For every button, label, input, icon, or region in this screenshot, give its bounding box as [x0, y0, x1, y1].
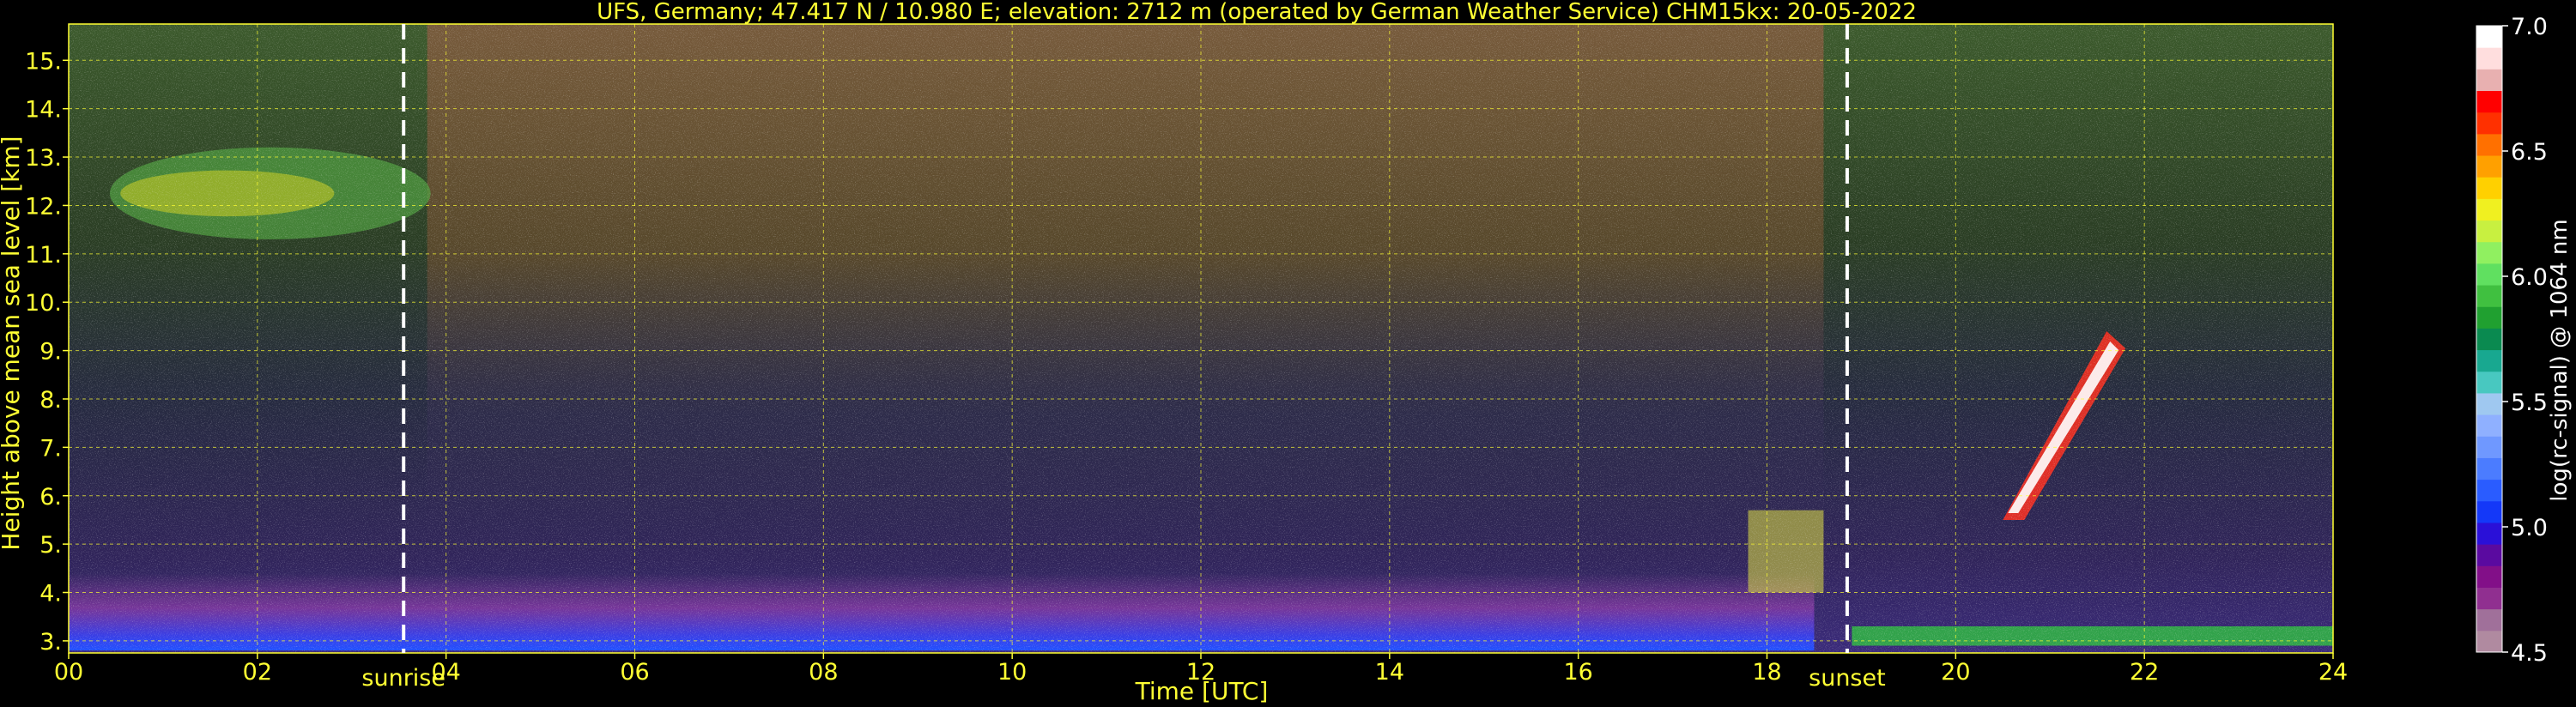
- x-tick-label: 14: [1375, 659, 1404, 686]
- y-tick-label: 12.: [25, 193, 62, 220]
- x-tick-label: 20: [1941, 659, 1970, 686]
- y-axis: 3. 4. 5. 6. 7. 8. 9. 10. 11. 12. 13. 14. 15.: [25, 48, 69, 656]
- y-tick-label: 15.: [25, 48, 62, 75]
- colorbar-swatch: [2476, 414, 2502, 437]
- y-tick-label: 13.: [25, 145, 62, 172]
- colorbar-swatch: [2476, 69, 2502, 92]
- colorbar-swatch: [2476, 392, 2502, 415]
- colorbar-swatch: [2476, 112, 2502, 135]
- colorbar-swatch: [2476, 630, 2502, 653]
- colorbar-swatch: [2476, 220, 2502, 243]
- colorbar-swatch: [2476, 47, 2502, 69]
- colorbar-swatch: [2476, 241, 2502, 264]
- colorbar-swatch: [2476, 285, 2502, 307]
- colorbar-swatch: [2476, 544, 2502, 566]
- y-tick-label: 4.: [39, 581, 62, 607]
- sunrise-label: sunrise: [361, 665, 445, 692]
- colorbar-swatch: [2476, 90, 2502, 113]
- y-tick-label: 11.: [25, 242, 62, 269]
- x-tick-label: 18: [1752, 659, 1781, 686]
- colorbar-swatch: [2476, 500, 2502, 523]
- ceilometer-chart: 00 02 04 06 08 10 12 14 16 18 20 22 24 3.4.5.6.7.8.9…: [0, 0, 2573, 705]
- sunset-label: sunset: [1809, 665, 1886, 692]
- chart-title: UFS, Germany; 47.417 N / 10.980 E; eleva…: [597, 0, 1917, 25]
- colorbar-tick-label: 6.0: [2511, 264, 2548, 291]
- y-tick-label: 10.: [25, 290, 62, 317]
- x-tick-label: 10: [997, 659, 1027, 686]
- colorbar-tick-label: 4.5: [2511, 640, 2548, 667]
- colorbar-swatch: [2476, 522, 2502, 545]
- colorbar-swatch: [2476, 328, 2502, 351]
- colorbar-swatch: [2476, 457, 2502, 480]
- x-axis-label: Time [UTC]: [1135, 677, 1269, 705]
- colorbar-swatch: [2476, 133, 2502, 156]
- heatmap-noise-texture: [69, 24, 2333, 653]
- y-tick-label: 5.: [39, 532, 62, 559]
- colorbar-swatch: [2476, 177, 2502, 199]
- x-tick-label: 08: [809, 659, 838, 686]
- y-axis-label: Height above mean sea level [km]: [0, 136, 25, 550]
- plot-area: [69, 24, 2333, 653]
- x-tick-label: 16: [1563, 659, 1592, 686]
- y-tick-label: 6.: [39, 484, 62, 511]
- x-tick-label: 02: [243, 659, 272, 686]
- colorbar-swatch: [2476, 26, 2502, 48]
- colorbar-swatch: [2476, 565, 2502, 588]
- colorbar-swatch: [2476, 587, 2502, 610]
- colorbar-swatch: [2476, 155, 2502, 178]
- x-tick-label: 24: [2318, 659, 2348, 686]
- colorbar-swatch: [2476, 608, 2502, 631]
- colorbar: 4.5 5.0 5.5 6.0 6.5 7.0: [2476, 14, 2548, 667]
- colorbar-swatch: [2476, 198, 2502, 221]
- y-tick-label: 9.: [39, 339, 62, 366]
- colorbar-swatch: [2476, 436, 2502, 458]
- colorbar-swatch: [2476, 349, 2502, 372]
- colorbar-tick-label: 7.0: [2511, 14, 2548, 40]
- y-tick-label: 8.: [39, 387, 62, 414]
- y-tick-label: 3.: [39, 629, 62, 656]
- y-tick-label: 14.: [25, 97, 62, 124]
- colorbar-swatch: [2476, 263, 2502, 286]
- colorbar-swatch: [2476, 371, 2502, 394]
- y-tick-label: 7.: [39, 435, 62, 462]
- colorbar-tick-label: 5.5: [2511, 390, 2548, 416]
- x-tick-label: 22: [2130, 659, 2159, 686]
- x-tick-label: 00: [54, 659, 83, 686]
- x-tick-label: 06: [620, 659, 649, 686]
- colorbar-tick-label: 6.5: [2511, 139, 2548, 166]
- colorbar-swatch: [2476, 479, 2502, 502]
- colorbar-swatch: [2476, 306, 2502, 329]
- colorbar-label: log(rc-signal) @ 1064 nm: [2547, 219, 2573, 501]
- colorbar-tick-label: 5.0: [2511, 515, 2548, 541]
